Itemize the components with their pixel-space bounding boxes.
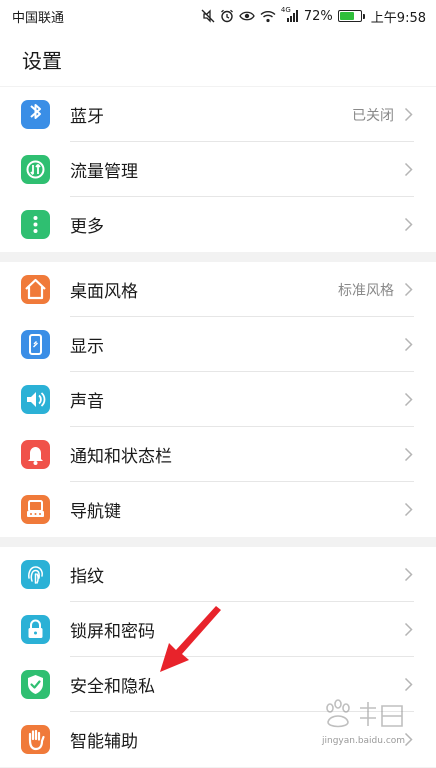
home-icon [21,275,50,304]
page-header: 设置 [0,32,436,86]
chevron-right-icon [404,622,413,637]
settings-item-label: 桌面风格 [70,282,138,302]
battery-percent: 72% [303,8,333,24]
chevron-right-icon [404,282,413,297]
settings-item-label: 导航键 [70,502,121,522]
mute-icon [201,9,215,23]
chevron-right-icon [404,337,413,352]
settings-item-value: 已关闭 [352,107,394,124]
chevron-right-icon [404,217,413,232]
fingerprint-icon [21,560,50,589]
settings-item[interactable]: 导航键 [0,482,436,537]
chevron-right-icon [404,447,413,462]
shield-check-icon [21,670,50,699]
wifi-icon [260,10,276,22]
settings-item[interactable]: 桌面风格 标准风格 [0,262,436,317]
battery-fill [339,12,355,20]
chevron-right-icon [404,162,413,177]
chevron-right-icon [404,107,413,122]
baidu-paw-watermark-icon [326,699,403,728]
navigation-key-icon [21,495,50,524]
chevron-right-icon [404,567,413,582]
settings-item-label: 显示 [70,337,104,357]
settings-item[interactable]: 声音 [0,372,436,427]
settings-group: 蓝牙 已关闭流量管理更多 [0,87,436,252]
settings-item[interactable]: 锁屏和密码 [0,602,436,657]
page-title: 设置 [22,48,62,73]
settings-item-label: 声音 [70,392,104,412]
settings-item-value: 标准风格 [338,282,394,299]
hand-icon [21,725,50,754]
settings-item[interactable]: 显示 [0,317,436,372]
settings-item[interactable]: 更多 [0,197,436,252]
more-icon [21,210,50,239]
status-icons: 4G 72% 上午9:58 [201,6,426,26]
bluetooth-icon [21,100,50,129]
display-icon [21,330,50,359]
data-usage-icon [21,155,50,184]
settings-item-label: 通知和状态栏 [70,447,172,467]
chevron-right-icon [404,677,413,692]
alarm-icon [220,9,233,23]
settings-item-label: 流量管理 [70,162,138,182]
clock: 上午9:58 [370,10,426,26]
carrier-label: 中国联通 [12,10,65,26]
bell-icon [21,440,50,469]
signal-icon: 4G [281,6,299,23]
settings-item-label: 智能辅助 [70,732,138,752]
settings-item[interactable]: 指纹 [0,547,436,602]
settings-item-label: 安全和隐私 [70,677,155,697]
settings-item-label: 锁屏和密码 [70,622,155,642]
eye-icon [239,11,255,21]
settings-group: 桌面风格 标准风格显示声音通知和状态栏 导航键 [0,262,436,537]
status-bar: 中国联通 4G 72% 上午9:58 [0,0,436,32]
lock-icon [21,615,50,644]
settings-item[interactable]: 通知和状态栏 [0,427,436,482]
speaker-icon [21,385,50,414]
watermark-url: jingyan.baidu.com [322,736,406,746]
settings-item-label: 更多 [70,217,104,237]
settings-item[interactable]: 流量管理 [0,142,436,197]
battery-icon [337,10,365,22]
chevron-right-icon [404,502,413,517]
settings-item-label: 蓝牙 [70,107,104,127]
chevron-right-icon [404,392,413,407]
settings-item[interactable]: 蓝牙 已关闭 [0,87,436,142]
settings-item-label: 指纹 [70,567,104,587]
